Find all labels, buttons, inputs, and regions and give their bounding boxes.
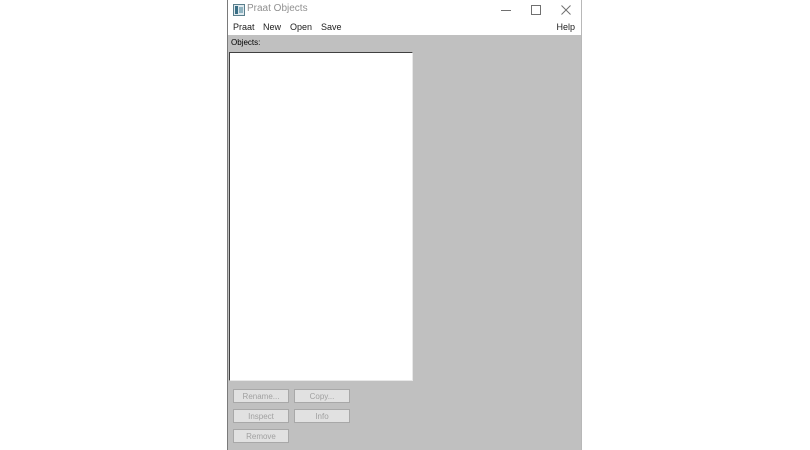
objects-list[interactable] [229, 52, 413, 381]
praat-app-icon [233, 4, 245, 16]
menu-new[interactable]: New [263, 22, 281, 32]
copy-button[interactable]: Copy... [294, 389, 350, 403]
close-button[interactable] [551, 0, 581, 20]
title-bar[interactable]: Praat Objects [228, 0, 581, 20]
menu-save[interactable]: Save [321, 22, 342, 32]
info-button[interactable]: Info [294, 409, 350, 423]
menu-open[interactable]: Open [290, 22, 312, 32]
rename-button[interactable]: Rename... [233, 389, 289, 403]
maximize-button[interactable] [521, 0, 551, 20]
maximize-icon [531, 5, 541, 15]
objects-label: Objects: [231, 38, 261, 47]
menu-help[interactable]: Help [556, 22, 575, 32]
remove-button[interactable]: Remove [233, 429, 289, 443]
minimize-button[interactable] [491, 0, 521, 20]
inspect-button[interactable]: Inspect [233, 409, 289, 423]
window-title: Praat Objects [247, 3, 308, 14]
menu-bar: Praat New Open Save Help [228, 20, 581, 35]
praat-objects-window: Praat Objects Praat New Open Save Help O… [227, 0, 582, 450]
minimize-icon [501, 10, 511, 11]
menu-praat[interactable]: Praat [233, 22, 255, 32]
close-icon [561, 5, 571, 15]
